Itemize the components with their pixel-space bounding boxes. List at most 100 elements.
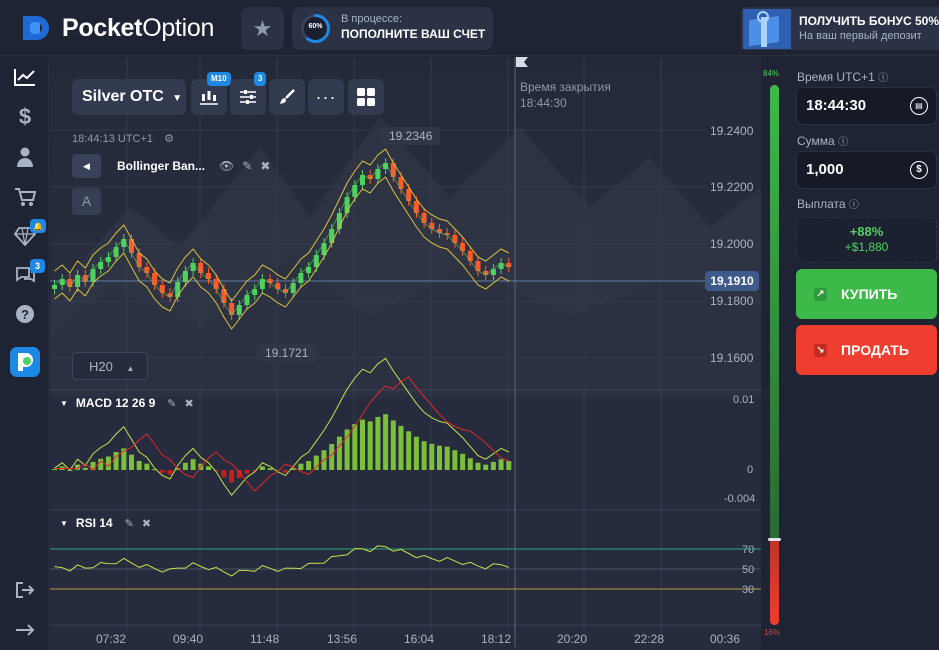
chart-clock: 18:44:13 UTC+1 ⚙ <box>72 132 174 145</box>
candle <box>413 201 419 213</box>
caret-down-icon[interactable]: ▼ <box>60 399 68 408</box>
macd-histogram-bar <box>229 470 235 483</box>
expiry-time-field[interactable]: 18:44:30 ▤ <box>796 87 937 125</box>
nav-finance[interactable]: $ <box>12 104 38 130</box>
indicators-button[interactable]: 3 <box>230 72 267 115</box>
caret-down-icon[interactable]: ▼ <box>60 519 68 528</box>
macd-histogram-bar <box>413 436 419 470</box>
edit-icon[interactable]: ✎ <box>167 397 176 410</box>
y-tick: 19.2200 <box>710 180 754 194</box>
macd-histogram-bar <box>283 470 288 473</box>
layout-button[interactable] <box>348 79 384 115</box>
gift-icon <box>743 9 791 49</box>
help-icon[interactable]: ⓘ <box>849 200 859 211</box>
timeframe-selector[interactable]: H20 ▲ <box>72 352 148 380</box>
help-icon[interactable]: ⓘ <box>878 73 888 84</box>
y-tick: 19.2400 <box>710 124 754 138</box>
star-icon: ★ <box>252 15 273 41</box>
macd-histogram-bar <box>421 441 427 470</box>
bonus-banner[interactable]: ПОЛУЧИТЬ БОНУС 50% На ваш первый депозит <box>741 7 939 50</box>
help-icon: ? <box>16 305 34 323</box>
edit-icon[interactable]: ✎ <box>242 159 252 173</box>
macd-histogram-bar <box>467 458 473 470</box>
macd-histogram-bar <box>182 462 188 470</box>
rsi-tick: 70 <box>742 544 755 556</box>
macd-tick: -0.004 <box>724 493 756 505</box>
more-button[interactable]: ··· <box>308 79 344 115</box>
macd-histogram-bar <box>105 456 111 470</box>
sentiment-divider <box>768 537 781 541</box>
progress-title: В процессе: <box>341 13 403 25</box>
grid-icon <box>357 88 375 106</box>
amount-label: Сумма ⓘ <box>797 133 848 148</box>
dots-icon: ··· <box>315 87 337 107</box>
clock-text: 18:44:13 UTC+1 <box>72 133 154 145</box>
svg-text:?: ? <box>21 307 29 322</box>
auto-scale-button[interactable]: A <box>72 188 101 215</box>
y-tick: 19.1600 <box>710 351 754 365</box>
macd-histogram-bar <box>336 436 342 470</box>
macd-label: MACD 12 26 9 <box>75 396 156 410</box>
indicator-name: Bollinger Ban... <box>117 159 206 173</box>
time-label: Время UTC+1 ⓘ <box>797 69 888 84</box>
macd-histogram-bar <box>159 470 165 473</box>
logo[interactable]: PocketOption <box>20 12 214 44</box>
candle <box>352 185 358 197</box>
settings-icon[interactable]: ⚙ <box>164 133 174 145</box>
asset-selector[interactable]: Silver OTC ▼ <box>72 79 186 115</box>
candle <box>52 285 57 289</box>
sell-button[interactable]: ↘ ПРОДАТЬ <box>796 325 937 375</box>
high-price-tag: 19.2346 <box>381 127 441 145</box>
macd-histogram-bar <box>383 414 389 470</box>
sentiment-down-percent: 16% <box>764 628 781 637</box>
payout-label-text: Выплата <box>797 197 846 211</box>
dollar-icon[interactable]: $ <box>910 161 928 179</box>
nav-logout[interactable] <box>12 577 38 603</box>
macd-histogram-bar <box>52 469 57 471</box>
macd-histogram-bar <box>406 431 412 470</box>
chart-area[interactable]: Silver OTC ▼ M10 3 ··· 18:44:13 UTC+1 ⚙ … <box>50 57 761 650</box>
close-icon[interactable]: ✖ <box>185 397 194 410</box>
brush-icon <box>280 89 295 104</box>
edit-icon[interactable]: ✎ <box>125 517 134 530</box>
dollar-icon: $ <box>18 104 32 129</box>
close-icon[interactable]: ✖ <box>142 517 151 530</box>
macd-histogram-bar <box>206 466 211 470</box>
nav-market[interactable] <box>12 184 38 210</box>
progress-percent: 60% <box>308 23 323 30</box>
expiry-time-value: 18:44:30 <box>806 97 867 114</box>
nav-app[interactable] <box>10 347 40 377</box>
candle <box>136 253 142 267</box>
x-tick: 20:20 <box>557 632 588 646</box>
collapse-indicators-button[interactable]: ◀ <box>72 154 101 178</box>
nav-profile[interactable] <box>12 144 38 170</box>
amount-field[interactable]: 1,000 $ <box>796 151 937 189</box>
macd-histogram-bar <box>398 425 404 470</box>
bonus-subtitle: На ваш первый депозит <box>799 30 922 42</box>
expiry-time: 18:44:30 <box>520 96 567 110</box>
close-icon[interactable]: ✖ <box>260 159 270 173</box>
macd-histogram-bar <box>244 470 250 474</box>
macd-histogram-bar <box>483 464 489 470</box>
x-tick: 18:12 <box>481 632 512 646</box>
nav-trading[interactable] <box>12 64 38 90</box>
caret-down-icon: ▼ <box>172 93 183 104</box>
help-icon[interactable]: ⓘ <box>838 137 848 148</box>
drawing-button[interactable] <box>269 79 305 115</box>
candle <box>152 273 158 285</box>
achievements-badge: 🔔 <box>30 219 46 233</box>
eye-icon[interactable]: 👁 <box>219 159 234 173</box>
buy-button[interactable]: ↗ КУПИТЬ <box>796 269 937 319</box>
clock-icon[interactable]: ▤ <box>910 97 928 115</box>
sliders-icon <box>240 90 256 104</box>
nav-expand[interactable] <box>12 617 38 643</box>
nav-help[interactable]: ? <box>12 301 38 327</box>
macd-histogram-bar <box>360 419 365 470</box>
price-chart[interactable] <box>50 57 761 647</box>
chart-type-button[interactable]: M10 <box>191 72 231 115</box>
left-navigation: $ 🔔 3 ? <box>0 57 49 650</box>
chart-trend-icon <box>14 69 35 86</box>
candle <box>398 177 404 189</box>
favorites-button[interactable]: ★ <box>241 7 284 50</box>
deposit-progress[interactable]: 60% В процессе: ПОПОЛНИТЕ ВАШ СЧЕТ <box>292 7 493 50</box>
